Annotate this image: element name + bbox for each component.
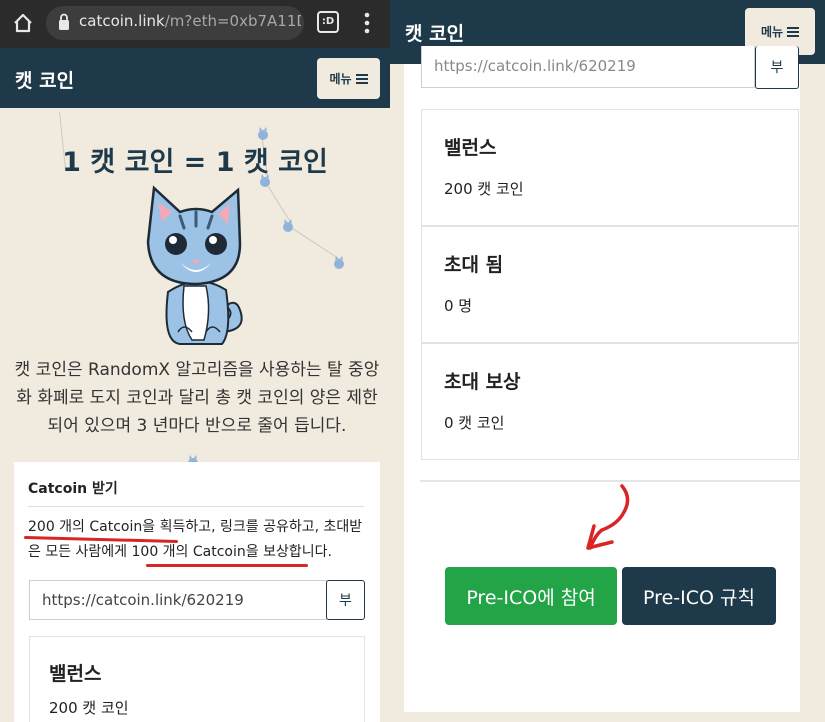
tabs-icon[interactable]: :D [317,11,339,33]
screenshot-composite: catcoin.link/m?eth=0xb7A11D5 :D 캣 코인 메뉴 … [0,0,825,722]
balance-value: 200 캣 코인 [49,699,129,717]
referral-url-input-right[interactable]: https://catcoin.link/620219 [421,46,755,88]
red-underline-annotation [146,564,308,567]
get-card-title: Catcoin 받기 [28,481,118,497]
copy-button-right[interactable]: 부 [755,46,799,89]
invited-value: 0 명 [444,297,473,315]
brand-title-right[interactable]: 캣 코인 [405,19,464,46]
url-path: /m?eth=0xb7A11D5 [164,12,301,30]
menu-button[interactable]: 메뉴 [317,58,380,99]
left-phone-screen: catcoin.link/m?eth=0xb7A11D5 :D 캣 코인 메뉴 … [0,0,390,722]
menu-label: 메뉴 [760,25,784,39]
kebab-menu-icon[interactable] [359,10,375,36]
mini-cat-icon [258,127,268,140]
menu-label: 메뉴 [329,72,352,86]
url-host: catcoin.link [79,12,165,30]
referral-url-input[interactable]: https://catcoin.link/620219 [29,580,327,620]
lock-icon [59,13,69,30]
hamburger-icon [355,73,368,84]
balance-title: 밸런스 [49,663,102,685]
description-text: 캣 코인은 RandomX 알고리즘을 사용하는 탈 중앙화 화폐로 도지 코인… [14,360,380,436]
hero-title: 1 캣 코인 = 1 캣 코인 [62,147,328,178]
cat-mascot [146,185,243,345]
pre-ico-rules-button[interactable]: Pre-ICO 규칙 [622,567,776,625]
decor-line [287,225,340,260]
url-text[interactable]: catcoin.link/m?eth=0xb7A11D5 [79,12,301,30]
mini-cat-icon [334,256,344,269]
copy-button[interactable]: 부 [326,580,365,620]
divider [28,506,364,507]
mini-cat-icon [283,219,293,232]
invited-box [421,226,799,343]
hamburger-icon [787,26,800,37]
balance-value: 200 캣 코인 [444,180,524,198]
invite-reward-title: 초대 보상 [444,371,521,393]
brand-title[interactable]: 캣 코인 [15,66,74,93]
invite-reward-box [421,343,799,460]
balance-title: 밸런스 [444,137,497,159]
home-icon[interactable] [12,12,34,34]
join-pre-ico-button[interactable]: Pre-ICO에 참여 [445,567,617,625]
invite-reward-value: 0 캣 코인 [444,414,505,432]
balance-box [421,109,799,226]
decor-line [265,182,292,224]
invited-title: 초대 됨 [444,254,504,276]
red-arrow-annotation [586,484,630,550]
